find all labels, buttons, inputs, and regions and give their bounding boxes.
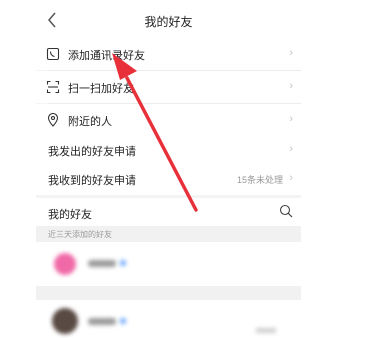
annotation-arrow <box>112 53 198 212</box>
